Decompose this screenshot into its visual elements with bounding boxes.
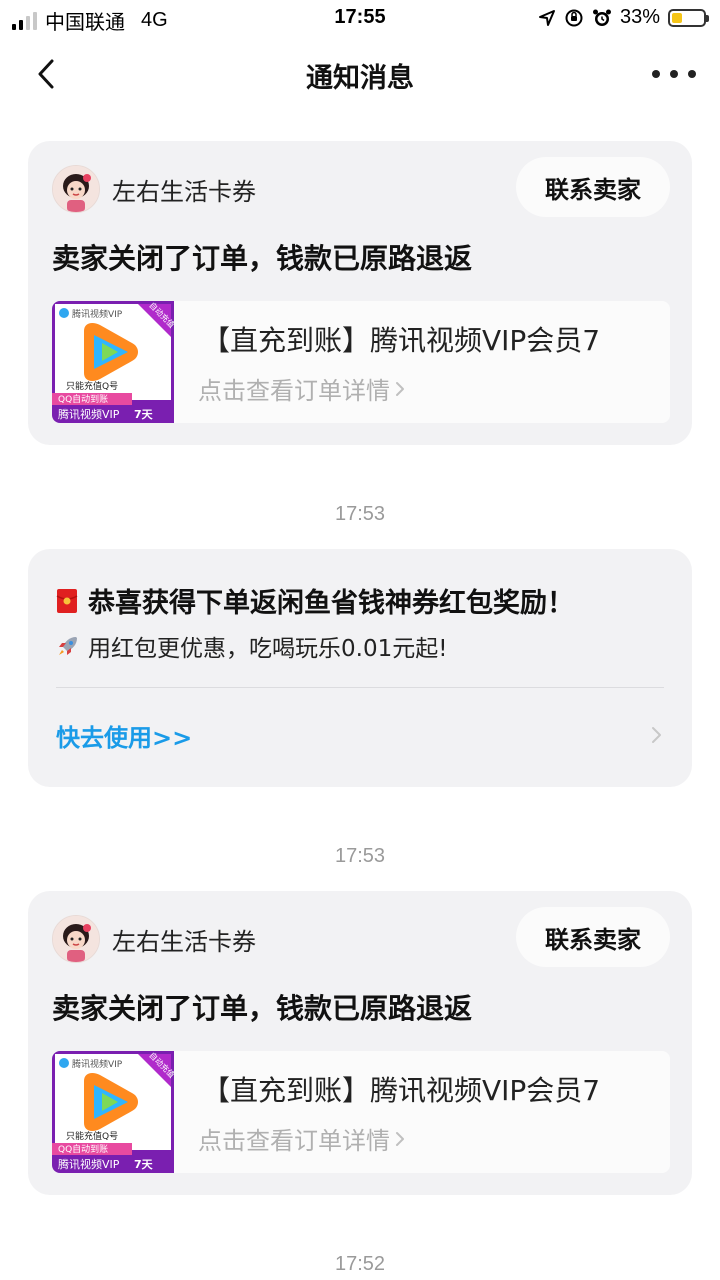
- order-detail-link[interactable]: 点击查看订单详情: [198, 1121, 406, 1156]
- seller-row[interactable]: 左右生活卡券: [52, 915, 256, 963]
- thumb-brand: 腾讯视频VIP: [72, 308, 123, 320]
- chevron-right-icon: [394, 1129, 406, 1149]
- order-detail-label: 点击查看订单详情: [198, 1127, 390, 1155]
- chevron-right-icon: [394, 379, 406, 399]
- order-status-message: 卖家关闭了订单，钱款已原路退返: [52, 992, 473, 1025]
- more-button[interactable]: [652, 60, 696, 88]
- status-bar: 中国联通 4G 17:55 33%: [0, 0, 720, 40]
- order-card: 左右生活卡券 联系卖家 卖家关闭了订单，钱款已原路退返 自动充值 腾讯视频VIP…: [28, 891, 692, 1195]
- nav-bar: 通知消息: [0, 40, 720, 108]
- battery-percent: 33%: [619, 6, 660, 28]
- status-right: 33%: [538, 6, 709, 29]
- promo-card: 恭喜获得下单返闲鱼省钱神券红包奖励！ 用红包更优惠，吃喝玩乐0.01元起! 快去…: [28, 549, 692, 787]
- thumb-footer-days: 7天: [134, 408, 154, 421]
- thumb-banner: QQ自动到账: [58, 393, 108, 405]
- timestamp: 17:53: [334, 503, 386, 525]
- promo-link-row[interactable]: 快去使用>>: [56, 711, 664, 759]
- order-card: 左右生活卡券 联系卖家 卖家关闭了订单，钱款已原路退返 自动充值 腾讯视频VIP…: [28, 141, 692, 445]
- divider: [56, 687, 664, 688]
- thumb-brand: 腾讯视频VIP: [72, 1058, 123, 1070]
- back-button[interactable]: [28, 54, 64, 94]
- battery-fill: [672, 12, 682, 23]
- order-detail-link[interactable]: 点击查看订单详情: [198, 371, 406, 406]
- avatar-face-icon: [53, 916, 99, 962]
- product-title: 【直充到账】腾讯视频VIP会员7: [202, 324, 601, 357]
- seller-avatar: [52, 165, 100, 213]
- product-thumbnail: 自动充值 腾讯视频VIP 只能充值Q号 QQ自动到账 腾讯视频VIP 7天: [52, 1051, 174, 1173]
- thumb-footer-days: 7天: [134, 1158, 154, 1171]
- network-label: 4G: [141, 9, 168, 31]
- location-arrow-icon: [538, 9, 555, 26]
- seller-name: 左右生活卡券: [112, 177, 256, 206]
- product-thumbnail: 自动充值 腾讯视频VIP 只能充值Q号 QQ自动到账 腾讯视频VIP 7天: [52, 301, 174, 423]
- promo-title-row: 恭喜获得下单返闲鱼省钱神券红包奖励！: [56, 581, 574, 620]
- promo-subtitle-row: 用红包更优惠，吃喝玩乐0.01元起!: [56, 629, 447, 663]
- use-now-link[interactable]: 快去使用>>: [56, 718, 192, 753]
- seller-row[interactable]: 左右生活卡券: [52, 165, 256, 213]
- thumb-banner: QQ自动到账: [58, 1143, 108, 1155]
- contact-seller-button[interactable]: 联系卖家: [516, 907, 670, 967]
- status-left: 中国联通 4G: [12, 6, 168, 35]
- seller-name: 左右生活卡券: [112, 927, 256, 956]
- order-detail-label: 点击查看订单详情: [198, 377, 390, 405]
- signal-icon: [12, 11, 37, 30]
- chevron-right-icon: [652, 727, 661, 743]
- alarm-icon: [592, 9, 611, 26]
- promo-title: 恭喜获得下单返闲鱼省钱神券红包奖励！: [88, 588, 574, 619]
- battery-icon: [668, 8, 709, 27]
- product-box[interactable]: 自动充值 腾讯视频VIP 只能充值Q号 QQ自动到账 腾讯视频VIP 7天 【直…: [52, 301, 670, 423]
- rocket-icon: [59, 637, 77, 655]
- seller-avatar: [52, 915, 100, 963]
- contact-seller-button[interactable]: 联系卖家: [516, 157, 670, 217]
- order-status-message: 卖家关闭了订单，钱款已原路退返: [52, 242, 473, 275]
- timestamp: 17:52: [334, 1253, 386, 1275]
- timestamp: 17:53: [334, 845, 386, 867]
- product-box[interactable]: 自动充值 腾讯视频VIP 只能充值Q号 QQ自动到账 腾讯视频VIP 7天 【直…: [52, 1051, 670, 1173]
- avatar-face-icon: [53, 166, 99, 212]
- thumb-footer-brand: 腾讯视频VIP: [58, 1157, 120, 1171]
- thumb-note: 只能充值Q号: [66, 1130, 118, 1142]
- promo-subtitle: 用红包更优惠，吃喝玩乐0.01元起!: [88, 636, 448, 662]
- more-dot: [670, 70, 678, 78]
- red-envelope-icon: [56, 588, 78, 613]
- more-dot: [688, 70, 696, 78]
- thumb-footer-brand: 腾讯视频VIP: [58, 407, 120, 421]
- carrier-label: 中国联通: [45, 12, 125, 34]
- page-title: 通知消息: [306, 63, 414, 94]
- more-dot: [652, 70, 660, 78]
- product-title: 【直充到账】腾讯视频VIP会员7: [202, 1074, 601, 1107]
- chevron-left-icon: [38, 59, 54, 89]
- thumb-note: 只能充值Q号: [66, 380, 118, 392]
- rotation-lock-icon: [565, 9, 583, 26]
